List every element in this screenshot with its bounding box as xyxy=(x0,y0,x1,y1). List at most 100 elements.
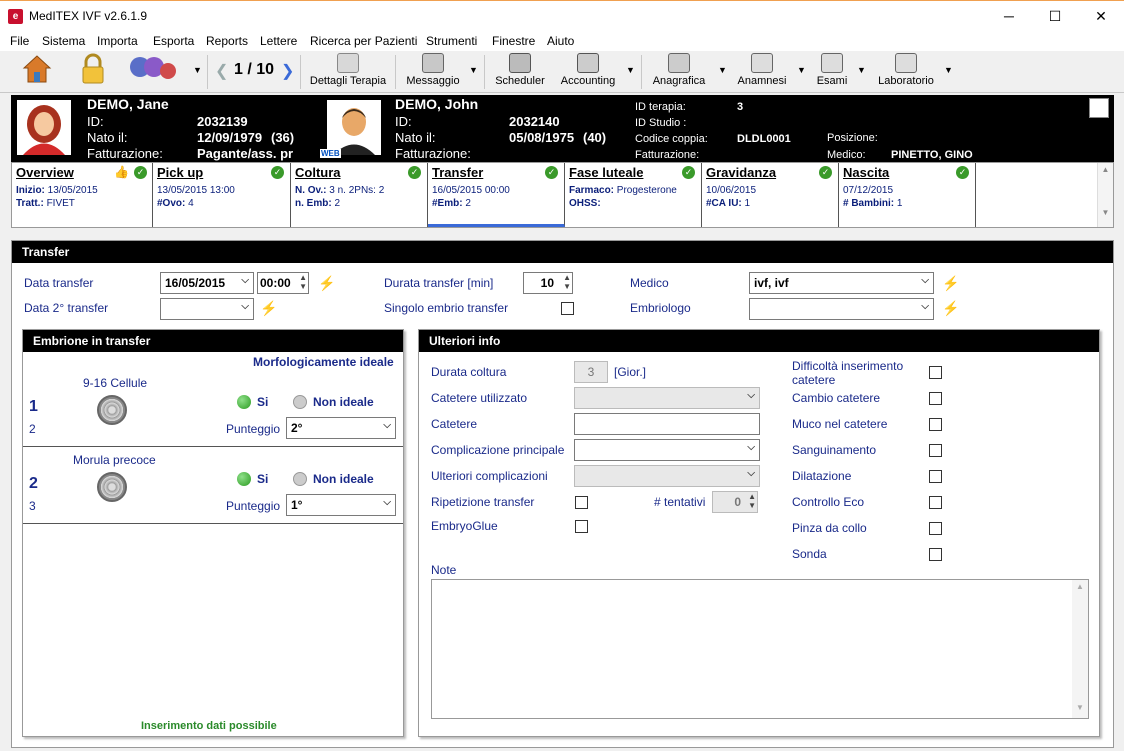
chevron-down-icon[interactable]: ⌵ xyxy=(383,497,391,508)
check-icon: ✓ xyxy=(271,166,284,179)
steps-scrollbar[interactable]: ▲ ▼ xyxy=(1097,163,1113,227)
scroll-up-icon[interactable]: ▲ xyxy=(1098,165,1113,174)
home-button[interactable] xyxy=(20,53,54,88)
minimize-button[interactable]: ─ xyxy=(986,1,1032,32)
step-fase-luteale[interactable]: Fase luteale ✓ Farmaco: Progesterone OHSS… xyxy=(565,163,702,227)
menu-finestre[interactable]: Finestre xyxy=(492,34,535,48)
embriologo-select[interactable]: ⌵ xyxy=(749,298,934,320)
laboratorio-button[interactable]: Laboratorio xyxy=(875,53,937,87)
chevron-down-icon[interactable]: ⌵ xyxy=(747,468,755,479)
tentativi-spinner-icon[interactable]: ▲ ▼ xyxy=(748,492,756,510)
therapy-id: 3 xyxy=(737,101,744,113)
prev-icon[interactable]: ❮ xyxy=(215,61,228,81)
cambio-catetere-checkbox[interactable] xyxy=(929,392,942,405)
ulteriori-complicazioni-select[interactable]: ⌵ xyxy=(574,465,760,487)
tentativi-input[interactable]: 0 ▲ ▼ xyxy=(712,491,758,513)
chevron-down-icon[interactable]: ⌵ xyxy=(921,301,929,312)
menu-ricerca[interactable]: Ricerca per Pazienti xyxy=(310,34,417,48)
lightning-icon[interactable]: ⚡ xyxy=(942,300,959,317)
controllo-eco-checkbox[interactable] xyxy=(929,496,942,509)
step-key: #CA IU: xyxy=(706,198,742,209)
si-radio[interactable] xyxy=(237,395,251,409)
menu-bar: File Sistema Importa Esporta Reports Let… xyxy=(0,31,1124,51)
menu-lettere[interactable]: Lettere xyxy=(260,34,297,48)
data-transfer-input[interactable]: 16/05/2015 ⌵ xyxy=(160,272,254,294)
menu-importa[interactable]: Importa xyxy=(97,34,138,48)
chevron-down-icon[interactable]: ⌵ xyxy=(241,275,249,286)
durata-coltura-input[interactable]: 3 xyxy=(574,361,608,383)
scroll-up-icon[interactable]: ▲ xyxy=(1072,582,1088,591)
chevron-down-icon[interactable]: ⌵ xyxy=(921,275,929,286)
next-icon[interactable]: ❯ xyxy=(281,61,294,81)
durata-spinner-icon[interactable]: ▲ ▼ xyxy=(563,273,571,291)
anagrafica-dropdown-icon[interactable]: ▼ xyxy=(718,65,727,75)
menu-sistema[interactable]: Sistema xyxy=(42,34,85,48)
menu-aiuto[interactable]: Aiuto xyxy=(547,34,574,48)
time-transfer-input[interactable]: 00:00 ▲ ▼ xyxy=(257,272,309,294)
data-2-transfer-input[interactable]: ⌵ xyxy=(160,298,254,320)
chevron-down-icon[interactable]: ⌵ xyxy=(241,301,249,312)
si-radio[interactable] xyxy=(237,472,251,486)
scroll-down-icon[interactable]: ▼ xyxy=(1098,208,1113,217)
couple-dropdown-icon[interactable]: ▼ xyxy=(193,65,202,75)
anamnesi-button[interactable]: Anamnesi xyxy=(736,53,788,87)
laboratorio-dropdown-icon[interactable]: ▼ xyxy=(944,65,953,75)
durata-transfer-input[interactable]: 10 ▲ ▼ xyxy=(523,272,573,294)
non-ideale-radio[interactable] xyxy=(293,395,307,409)
esami-dropdown-icon[interactable]: ▼ xyxy=(857,65,866,75)
singolo-embrio-checkbox[interactable] xyxy=(561,302,574,315)
scheduler-button[interactable]: Scheduler xyxy=(492,53,548,87)
chevron-down-icon[interactable]: ⌵ xyxy=(747,442,755,453)
catetere-input[interactable] xyxy=(574,413,760,435)
messaggio-dropdown-icon[interactable]: ▼ xyxy=(469,65,478,75)
time-spinner-icon[interactable]: ▲ ▼ xyxy=(299,273,307,291)
menu-reports[interactable]: Reports xyxy=(206,34,248,48)
scroll-down-icon[interactable]: ▼ xyxy=(1072,703,1088,712)
lightning-icon[interactable]: ⚡ xyxy=(318,275,335,292)
punteggio-select[interactable]: 2° ⌵ xyxy=(286,417,396,439)
chevron-down-icon[interactable]: ⌵ xyxy=(383,420,391,431)
anagrafica-button[interactable]: Anagrafica xyxy=(650,53,708,87)
male-avatar[interactable] xyxy=(327,100,381,155)
close-button[interactable]: ✕ xyxy=(1078,1,1124,32)
document-icon[interactable] xyxy=(1089,98,1109,118)
maximize-button[interactable]: ☐ xyxy=(1032,1,1078,32)
step-nascita[interactable]: Nascita ✓ 07/12/2015 # Bambini: 1 xyxy=(839,163,976,227)
menu-file[interactable]: File xyxy=(10,34,29,48)
chevron-down-icon[interactable]: ⌵ xyxy=(747,390,755,401)
complicazione-select[interactable]: ⌵ xyxy=(574,439,760,461)
pinza-checkbox[interactable] xyxy=(929,522,942,535)
step-gravidanza[interactable]: Gravidanza ✓ 10/06/2015 #CA IU: 1 xyxy=(702,163,839,227)
medico-select[interactable]: ivf, ivf ⌵ xyxy=(749,272,934,294)
difficolta-checkbox[interactable] xyxy=(929,366,942,379)
lock-button[interactable] xyxy=(78,53,108,88)
time-transfer-value: 00:00 xyxy=(260,276,291,290)
female-avatar[interactable] xyxy=(17,100,71,155)
messaggio-button[interactable]: Messaggio xyxy=(402,53,464,87)
step-pickup[interactable]: Pick up ✓ 13/05/2015 13:00 #Ovo: 4 xyxy=(153,163,291,227)
sonda-checkbox[interactable] xyxy=(929,548,942,561)
menu-esporta[interactable]: Esporta xyxy=(153,34,194,48)
step-transfer[interactable]: Transfer ✓ 16/05/2015 00:00 #Emb: 2 xyxy=(428,163,565,227)
step-overview[interactable]: Overview 👍 ✓ Inizio: 13/05/2015 Tratt.: F… xyxy=(12,163,153,227)
esami-button[interactable]: Esami xyxy=(815,53,849,87)
step-coltura[interactable]: Coltura ✓ N. Ov.: 3 n. 2PNs: 2 n. Emb: 2 xyxy=(291,163,428,227)
note-textarea[interactable]: ▲ ▼ xyxy=(431,579,1089,719)
sanguinamento-checkbox[interactable] xyxy=(929,444,942,457)
muco-checkbox[interactable] xyxy=(929,418,942,431)
lightning-icon[interactable]: ⚡ xyxy=(942,275,959,292)
catetere-utilizzato-select[interactable]: ⌵ xyxy=(574,387,760,409)
embryoglue-checkbox[interactable] xyxy=(575,520,588,533)
lightning-icon[interactable]: ⚡ xyxy=(260,300,277,317)
note-scrollbar[interactable]: ▲ ▼ xyxy=(1072,580,1088,718)
accounting-button[interactable]: Accounting xyxy=(558,53,618,87)
menu-strumenti[interactable]: Strumenti xyxy=(426,34,477,48)
non-ideale-radio[interactable] xyxy=(293,472,307,486)
ripetizione-transfer-checkbox[interactable] xyxy=(575,496,588,509)
accounting-dropdown-icon[interactable]: ▼ xyxy=(626,65,635,75)
punteggio-select[interactable]: 1° ⌵ xyxy=(286,494,396,516)
couple-button[interactable] xyxy=(126,53,178,88)
dilatazione-checkbox[interactable] xyxy=(929,470,942,483)
dettagli-terapia-button[interactable]: Dettagli Terapia xyxy=(308,53,388,87)
anamnesi-dropdown-icon[interactable]: ▼ xyxy=(797,65,806,75)
